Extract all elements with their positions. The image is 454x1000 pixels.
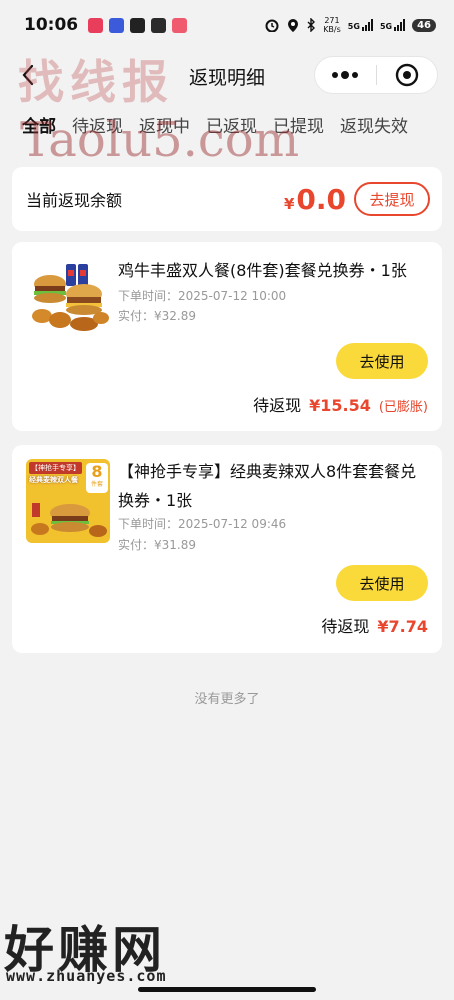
balance-card: 当前返现余额 ¥ 0.0 去提现 [12,167,442,231]
watermark-bottom: 好赚网 [4,921,166,979]
app-notification-icon [109,17,125,33]
rebate-info: 待返现 ¥15.54 (已膨胀) [253,392,428,416]
location-icon [288,18,299,32]
tab-pending[interactable]: 待返现 [72,112,123,144]
order-time: 下单时间：2025-07-12 09:46 [118,517,287,531]
order-card: 鸡牛丰盛双人餐(8件套)套餐兑换券・1张 下单时间：2025-07-12 10:… [12,242,442,431]
signal-bars-icon [394,19,406,31]
order-card: 【神抢手专享】 经典麦辣双人餐 8 件套 【神抢手专享】经典麦辣双人8件套套餐兑… [12,445,442,653]
order-paid: 实付：¥32.89 [118,309,196,323]
order-time: 下单时间：2025-07-12 10:00 [118,289,287,303]
network-speed: 271 KB/s [323,16,341,34]
notification-icons [88,17,188,33]
status-bar: 10:06 271 KB/s 5G 5G 46 [0,0,454,50]
target-close-icon [395,63,418,87]
watermark-url: www.zhuanyes.com [6,967,167,985]
rebate-label: 待返现 [253,396,302,415]
use-voucher-button[interactable]: 去使用 [336,343,428,379]
rebate-amount: ¥7.74 [377,617,428,636]
rebate-note: (已膨胀) [378,400,428,415]
signal-bars-icon [361,19,373,31]
rebate-amount: ¥15.54 [309,396,371,415]
order-title: 鸡牛丰盛双人餐(8件套)套餐兑换券・1张 [118,261,407,280]
app-notification-icon [130,17,146,33]
app-notification-icon [151,17,167,33]
rebate-label: 待返现 [321,617,370,636]
tab-returned[interactable]: 已返现 [206,112,257,144]
more-button[interactable] [315,57,376,93]
battery-indicator: 46 [412,18,436,32]
nav-bar: 返现明细 [0,50,454,102]
status-tabs: 全部 待返现 返现中 已返现 已提现 返现失效 [0,112,454,144]
burger-meal-image [26,256,112,336]
tab-withdrawn[interactable]: 已提现 [273,112,324,144]
tab-expired[interactable]: 返现失效 [340,112,408,144]
order-title: 【神抢手专享】经典麦辣双人8件套套餐兑换券・1张 [118,462,417,510]
spicy-meal-image [31,503,107,537]
status-indicators: 271 KB/s 5G 5G 46 [264,16,436,34]
tab-processing[interactable]: 返现中 [139,112,190,144]
alarm-icon [265,19,279,32]
app-notification-icon [88,17,104,33]
signal-5g-1: 5G [348,19,373,31]
no-more-text: 没有更多了 [194,692,260,707]
balance-amount: ¥ 0.0 [283,182,346,216]
tab-all[interactable]: 全部 [22,112,56,144]
order-paid: 实付：¥31.89 [118,538,196,552]
status-time: 10:06 [24,15,79,35]
rebate-info: 待返现 ¥7.74 [321,613,428,637]
more-dots-icon [332,71,359,79]
app-notification-icon [172,17,188,33]
home-indicator[interactable] [138,987,316,992]
order-thumbnail: 【神抢手专享】 经典麦辣双人餐 8 件套 [26,459,110,543]
close-miniprogram-button[interactable] [377,57,438,93]
use-voucher-button[interactable]: 去使用 [336,565,428,601]
bluetooth-icon [307,18,316,32]
balance-label: 当前返现余额 [26,191,123,210]
miniprogram-capsule [314,56,438,94]
signal-5g-2: 5G [380,19,406,31]
order-thumbnail [26,256,112,336]
withdraw-button[interactable]: 去提现 [354,182,430,216]
